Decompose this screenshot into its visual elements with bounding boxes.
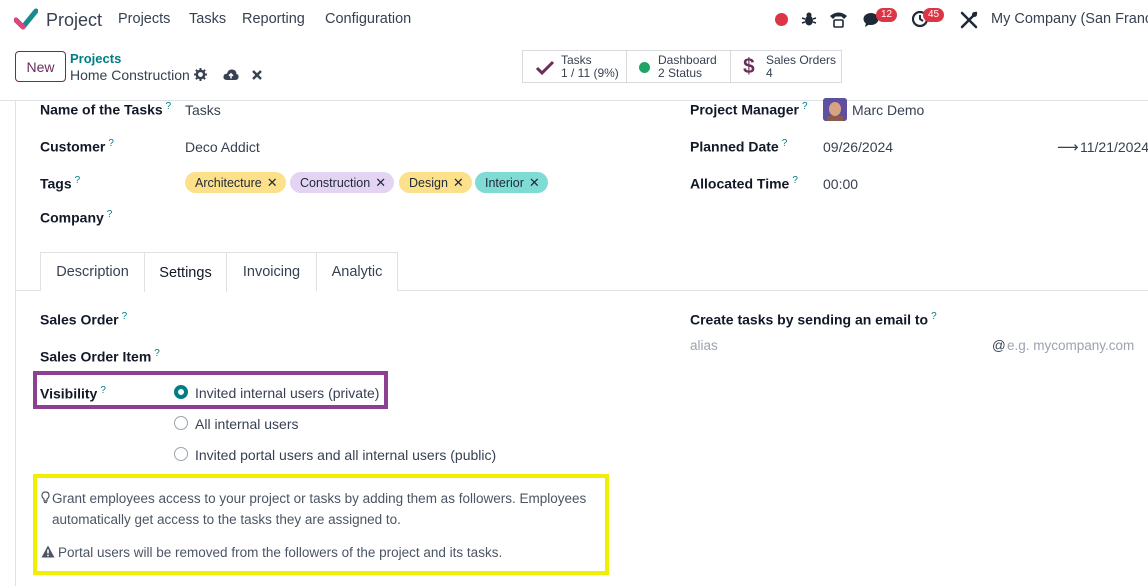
dollar-icon: $ <box>743 55 755 78</box>
remove-tag-icon[interactable]: ✕ <box>375 175 386 191</box>
tasks-smart-value: 1 / 11 (9%) <box>561 66 619 80</box>
tab-invoicing[interactable]: Invoicing <box>226 252 317 291</box>
allocated-time-field[interactable]: 00:00 <box>823 176 858 192</box>
tab-analytic[interactable]: Analytic <box>316 252 398 291</box>
planned-date-label: Planned Date? <box>690 138 788 155</box>
bug-icon[interactable] <box>801 11 817 27</box>
at-sign: @ <box>992 338 1006 353</box>
sales-orders-smart-label: Sales Orders <box>766 53 837 67</box>
tag-design: Design ✕ <box>399 172 472 193</box>
check-icon <box>535 60 555 76</box>
warning-icon <box>41 545 55 558</box>
dashboard-smart-button[interactable]: Dashboard 2 Status <box>626 50 731 83</box>
discard-icon[interactable] <box>252 70 262 80</box>
sales-orders-smart-button[interactable]: $ Sales Orders 4 <box>730 50 842 83</box>
company-switcher[interactable]: My Company (San Francis <box>991 11 1148 27</box>
recording-dot-icon[interactable] <box>775 13 788 26</box>
messages-badge: 12 <box>876 8 898 22</box>
visibility-option-internal[interactable]: All internal users <box>195 416 299 432</box>
name-of-tasks-label: Name of the Tasks? <box>40 101 172 118</box>
company-label: Company? <box>40 209 113 226</box>
remove-tag-icon[interactable]: ✕ <box>453 175 464 191</box>
top-navbar: Project Projects Tasks Reporting Configu… <box>0 0 1148 40</box>
allocated-time-label: Allocated Time? <box>690 175 798 192</box>
sales-orders-smart-value: 4 <box>766 66 773 80</box>
lightbulb-icon <box>41 491 50 504</box>
visibility-option-public[interactable]: Invited portal users and all internal us… <box>195 447 496 463</box>
arrow-right-icon: ⟶ <box>1057 139 1079 156</box>
avatar <box>823 98 847 121</box>
tab-description[interactable]: Description <box>40 252 145 291</box>
tag-construction: Construction ✕ <box>290 172 395 193</box>
planned-date-end[interactable]: 11/21/2024 <box>1080 139 1148 155</box>
sales-order-label: Sales Order? <box>40 311 128 328</box>
gear-icon[interactable] <box>194 68 207 81</box>
tag-architecture: Architecture ✕ <box>185 172 286 193</box>
visibility-highlight <box>33 371 388 409</box>
remove-tag-icon[interactable]: ✕ <box>529 175 540 191</box>
breadcrumb-current: Home Construction <box>70 67 190 83</box>
app-name[interactable]: Project <box>46 10 102 31</box>
new-button[interactable]: New <box>15 51 66 82</box>
menu-reporting[interactable]: Reporting <box>242 11 305 27</box>
form-sheet-border <box>15 101 16 586</box>
activities-badge: 45 <box>923 8 945 22</box>
sales-order-item-label: Sales Order Item? <box>40 348 160 365</box>
tag-interior: Interior ✕ <box>475 172 548 193</box>
name-of-tasks-field[interactable]: Tasks <box>185 102 221 118</box>
tab-settings[interactable]: Settings <box>144 252 227 292</box>
followers-info-text: Grant employees access to your project o… <box>52 491 587 527</box>
phone-icon[interactable] <box>829 10 848 28</box>
project-manager-field[interactable]: Marc Demo <box>852 102 924 118</box>
planned-date-start[interactable]: 09/26/2024 <box>823 139 893 155</box>
visibility-radio-internal[interactable] <box>174 416 188 430</box>
email-alias-label: Create tasks by sending an email to? <box>690 311 937 328</box>
tags-label: Tags? <box>40 175 81 192</box>
customer-field[interactable]: Deco Addict <box>185 139 260 155</box>
remove-tag-icon[interactable]: ✕ <box>267 175 278 191</box>
project-manager-label: Project Manager? <box>690 101 808 118</box>
menu-projects[interactable]: Projects <box>118 11 170 27</box>
tasks-smart-button[interactable]: Tasks 1 / 11 (9%) <box>522 50 627 83</box>
alias-domain-input[interactable]: e.g. mycompany.com <box>1007 338 1134 353</box>
tools-icon[interactable] <box>960 11 978 29</box>
project-app-icon[interactable] <box>14 8 38 30</box>
control-panel-divider <box>0 100 1148 101</box>
visibility-radio-public[interactable] <box>174 447 188 461</box>
menu-configuration[interactable]: Configuration <box>325 11 411 27</box>
dashboard-smart-value: 2 Status <box>658 66 703 80</box>
customer-label: Customer? <box>40 138 114 155</box>
menu-tasks[interactable]: Tasks <box>189 11 226 27</box>
portal-warning-text: Portal users will be removed from the fo… <box>58 545 503 560</box>
cloud-save-icon[interactable] <box>223 68 239 81</box>
breadcrumb-projects[interactable]: Projects <box>70 51 121 66</box>
status-green-icon <box>639 62 650 73</box>
alias-input[interactable]: alias <box>690 338 718 353</box>
